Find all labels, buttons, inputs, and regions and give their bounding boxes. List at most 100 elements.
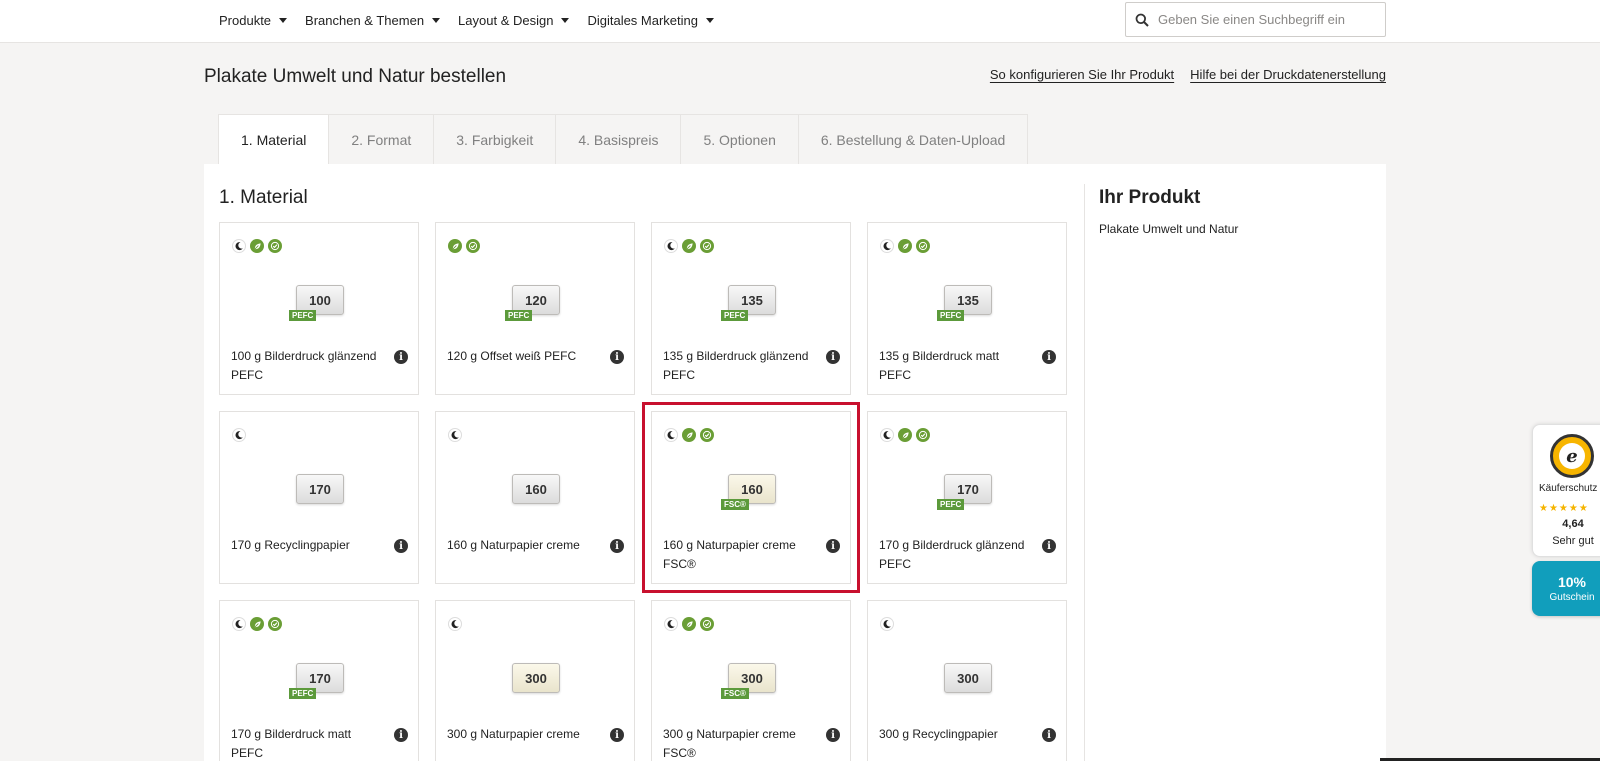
info-icon[interactable]: i: [1042, 350, 1056, 364]
paper-weight: 160: [741, 481, 763, 497]
paper-swatch: 300 FSC®: [721, 663, 776, 699]
help-links: So konfigurieren Sie Ihr Produkt Hilfe b…: [974, 67, 1386, 82]
check-icon: [268, 239, 282, 253]
info-icon[interactable]: i: [1042, 539, 1056, 553]
material-badges: [880, 239, 934, 253]
material-card[interactable]: 170 PEFC 170 g Bilderdruck glänzend PEFC i: [867, 411, 1067, 584]
material-badges: [664, 239, 718, 253]
material-badges: [448, 617, 466, 631]
material-label: 160 g Naturpapier creme FSC®: [663, 538, 796, 571]
material-badges: [664, 428, 718, 442]
info-icon[interactable]: i: [394, 539, 408, 553]
trusted-shops-badge[interactable]: e Käuferschutz ★★★★★ 4,64 Sehr gut: [1532, 424, 1600, 557]
coupon-percent: 10%: [1557, 574, 1587, 590]
nav-item-label: Produkte: [219, 12, 272, 28]
nav-item-label: Layout & Design: [458, 12, 554, 28]
leaf-icon: [898, 239, 912, 253]
coupon-label: Gutschein: [1549, 592, 1595, 603]
material-card[interactable]: 135 PEFC 135 g Bilderdruck glänzend PEFC i: [651, 222, 851, 395]
material-card[interactable]: 135 PEFC 135 g Bilderdruck matt PEFC i: [867, 222, 1067, 395]
tab-format[interactable]: 2. Format: [329, 114, 435, 164]
material-label: 170 g Recyclingpapier: [231, 538, 350, 552]
tab-basispreis[interactable]: 4. Basispreis: [556, 114, 682, 164]
moon-icon: [448, 617, 462, 631]
nav-item-label: Branchen & Themen: [305, 12, 425, 28]
info-icon[interactable]: i: [1042, 728, 1056, 742]
material-badges: [448, 428, 466, 442]
moon-icon: [232, 617, 246, 631]
certification-badge: PEFC: [937, 499, 965, 510]
main-menu: Produkte Branchen & Themen Layout & Desi…: [219, 0, 732, 40]
nav-item-produkte[interactable]: Produkte: [219, 12, 288, 28]
info-icon[interactable]: i: [610, 539, 624, 553]
material-label: 100 g Bilderdruck glänzend PEFC: [231, 349, 377, 382]
leaf-icon: [448, 239, 462, 253]
check-icon: [916, 428, 930, 442]
certification-badge: PEFC: [289, 688, 317, 699]
seal-letter: e: [1559, 443, 1585, 469]
check-icon: [916, 239, 930, 253]
certification-badge: PEFC: [721, 310, 749, 321]
paper-weight: 135: [957, 292, 979, 308]
moon-icon: [232, 428, 246, 442]
buyer-protection-label: Käuferschutz: [1539, 483, 1598, 494]
info-icon[interactable]: i: [610, 350, 624, 364]
caret-down-icon: [706, 17, 714, 23]
tab-farbigkeit[interactable]: 3. Farbigkeit: [434, 114, 557, 164]
caret-down-icon: [561, 17, 570, 23]
info-icon[interactable]: i: [394, 350, 408, 364]
leaf-icon: [682, 428, 696, 442]
tab-optionen[interactable]: 5. Optionen: [681, 114, 799, 164]
search-input[interactable]: [1158, 12, 1378, 27]
configure-help-link[interactable]: So konfigurieren Sie Ihr Produkt: [990, 67, 1174, 82]
sidebar-product-name: Plakate Umwelt und Natur: [1099, 222, 1239, 236]
divider: [1084, 184, 1085, 761]
nav-item-layout[interactable]: Layout & Design: [458, 12, 570, 28]
material-label: 160 g Naturpapier creme: [447, 538, 580, 552]
nav-item-marketing[interactable]: Digitales Marketing: [587, 13, 714, 28]
info-icon[interactable]: i: [826, 350, 840, 364]
coupon-button[interactable]: 10% Gutschein: [1532, 561, 1600, 616]
info-icon[interactable]: i: [826, 539, 840, 553]
rating-score: 4,64: [1562, 518, 1584, 530]
check-icon: [700, 428, 714, 442]
material-badges: [664, 617, 718, 631]
material-card[interactable]: 300 FSC® 300 g Naturpapier creme FSC® i: [651, 600, 851, 761]
moon-icon: [880, 428, 894, 442]
config-panel: 1. Material 100 PEFC 100 g Bilderdruck glä…: [204, 164, 1386, 761]
certification-badge: PEFC: [289, 310, 317, 321]
material-badges: [448, 239, 484, 253]
material-card[interactable]: 170 PEFC 170 g Bilderdruck matt PEFC i: [219, 600, 419, 761]
search-icon[interactable]: [1126, 13, 1158, 27]
info-icon[interactable]: i: [394, 728, 408, 742]
material-card[interactable]: 160 160 g Naturpapier creme i: [435, 411, 635, 584]
paper-swatch: 170 PEFC: [937, 474, 992, 510]
leaf-icon: [250, 617, 264, 631]
material-label: 135 g Bilderdruck glänzend PEFC: [663, 349, 809, 382]
info-icon[interactable]: i: [826, 728, 840, 742]
print-data-help-link[interactable]: Hilfe bei der Druckdatenerstellung: [1190, 67, 1386, 82]
tab-bestellung[interactable]: 6. Bestellung & Daten-Upload: [798, 114, 1029, 164]
check-icon: [700, 617, 714, 631]
material-card[interactable]: 300 300 g Recyclingpapier i: [867, 600, 1067, 761]
nav-item-label: Digitales Marketing: [587, 12, 698, 28]
paper-swatch: 300: [944, 663, 992, 693]
paper-swatch: 160: [512, 474, 560, 504]
leaf-icon: [682, 617, 696, 631]
info-icon[interactable]: i: [610, 728, 624, 742]
check-icon: [466, 239, 480, 253]
material-badges: [232, 617, 286, 631]
material-card[interactable]: 170 170 g Recyclingpapier i: [219, 411, 419, 584]
material-card[interactable]: 160 FSC® 160 g Naturpapier creme FSC® i: [642, 402, 860, 593]
nav-item-branchen[interactable]: Branchen & Themen: [305, 12, 441, 28]
paper-swatch: 100 PEFC: [289, 285, 344, 321]
page-title: Plakate Umwelt und Natur bestellen: [204, 66, 507, 87]
material-card[interactable]: 100 PEFC 100 g Bilderdruck glänzend PEFC i: [219, 222, 419, 395]
tab-material[interactable]: 1. Material: [218, 114, 330, 164]
material-card[interactable]: 120 PEFC 120 g Offset weiß PEFC i: [435, 222, 635, 395]
material-label: 300 g Naturpapier creme: [447, 727, 580, 741]
search-box[interactable]: [1125, 2, 1386, 37]
section-title: 1. Material: [219, 187, 308, 208]
moon-icon: [664, 239, 678, 253]
material-card[interactable]: 300 300 g Naturpapier creme i: [435, 600, 635, 761]
